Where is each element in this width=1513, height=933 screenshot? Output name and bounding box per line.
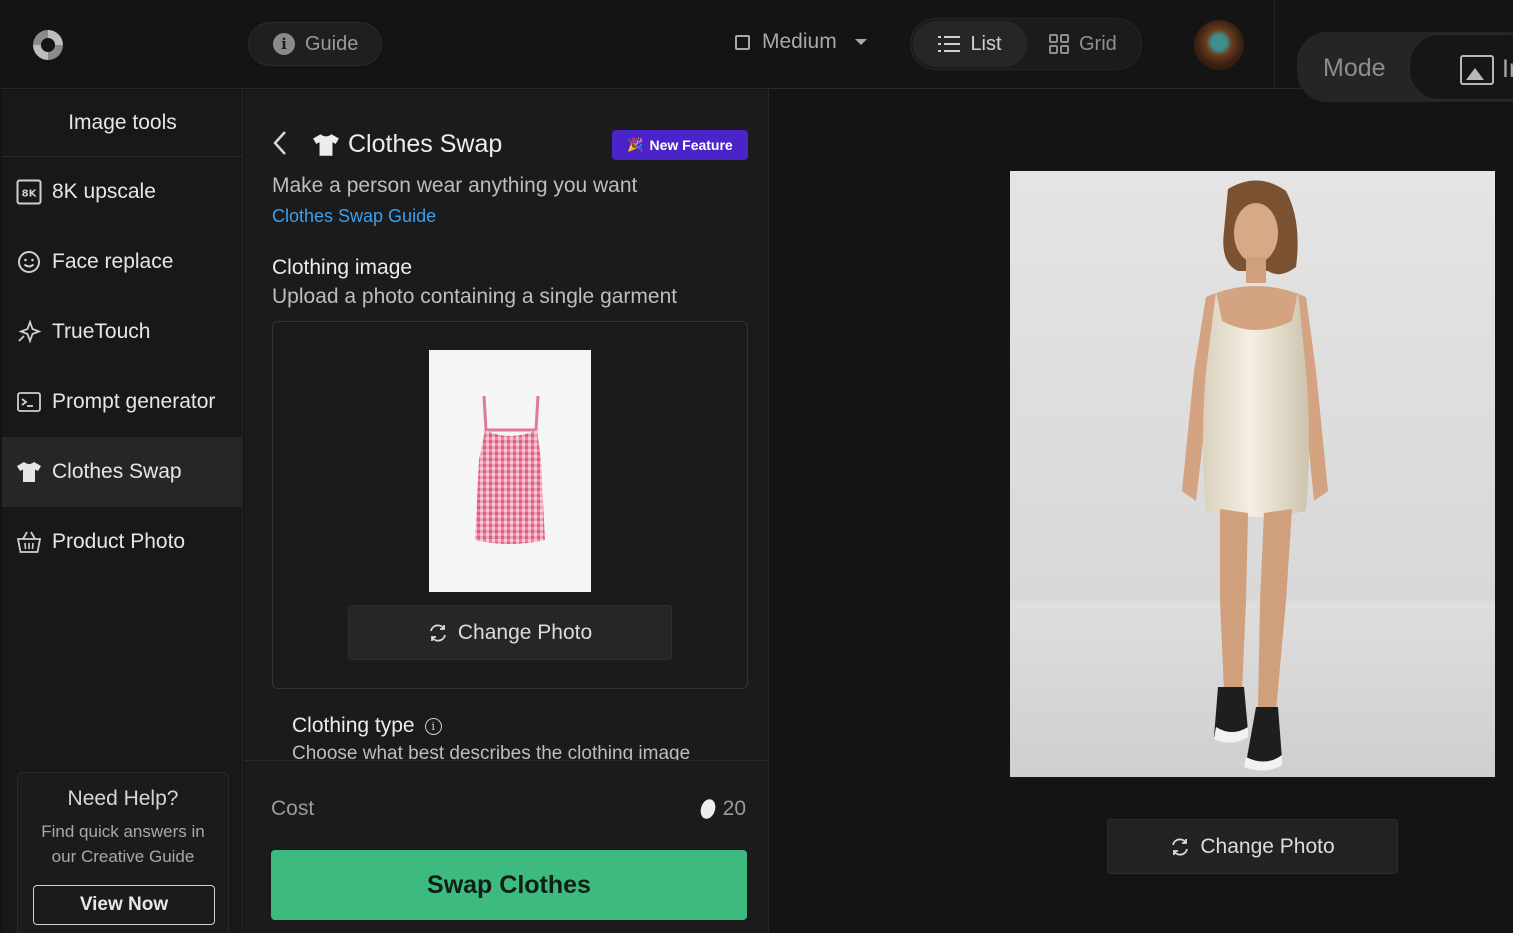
- list-icon: [938, 36, 961, 52]
- view-list-label: List: [970, 32, 1002, 55]
- sidebar-title: Image tools: [68, 111, 177, 134]
- smiley-icon: [16, 249, 42, 275]
- help-text: Find quick answers in our Creative Guide: [41, 822, 205, 866]
- guide-label: Guide: [305, 32, 359, 55]
- basket-icon: [16, 529, 42, 555]
- help-title: Need Help?: [67, 787, 179, 810]
- view-grid-button[interactable]: Grid: [1039, 21, 1139, 67]
- divider: [1274, 0, 1275, 89]
- page-title-text: Clothes Swap: [348, 130, 503, 158]
- change-photo-button[interactable]: Change Photo: [1107, 819, 1398, 874]
- 8k-icon: 8K: [16, 179, 42, 205]
- cost-value: 20: [697, 797, 746, 821]
- party-popper-icon: 🎉: [627, 137, 644, 152]
- sidebar-item-clothes-swap[interactable]: Clothes Swap: [2, 437, 243, 507]
- view-now-button[interactable]: View Now: [33, 885, 215, 925]
- clothing-image-title: Clothing image: [272, 256, 413, 279]
- refresh-icon: [429, 624, 446, 641]
- back-chevron-icon[interactable]: [272, 130, 288, 156]
- svg-text:8K: 8K: [22, 189, 38, 200]
- badge-label: New Feature: [649, 137, 733, 153]
- page-title: Clothes Swap: [312, 130, 502, 159]
- info-icon[interactable]: i: [424, 717, 442, 735]
- view-list-button[interactable]: List: [913, 21, 1027, 67]
- square-icon: [735, 34, 750, 50]
- mode-label: Mode: [1323, 54, 1386, 82]
- mode-image-label: Ir: [1502, 55, 1513, 83]
- size-select[interactable]: Medium: [735, 30, 867, 54]
- cost-label: Cost: [271, 797, 315, 820]
- avatar[interactable]: [1194, 20, 1244, 70]
- help-card: Need Help? Find quick answers in our Cre…: [17, 772, 229, 933]
- sidebar-item-label: Clothes Swap: [52, 460, 182, 483]
- refresh-icon: [1172, 838, 1189, 855]
- sidebar: Image tools 8K 8K upscale Face replace T…: [2, 90, 243, 933]
- change-photo-label: Change Photo: [457, 620, 593, 644]
- sidebar-item-face-replace[interactable]: Face replace: [2, 227, 243, 297]
- sidebar-item-label: Product Photo: [52, 530, 186, 553]
- app-logo-icon[interactable]: [29, 26, 67, 64]
- sidebar-item-product-photo[interactable]: Product Photo: [2, 507, 243, 577]
- clothes-swap-guide-link[interactable]: Clothes Swap Guide: [272, 206, 436, 227]
- credit-coin-icon: [697, 797, 718, 821]
- clothes-swap-panel: Clothes Swap 🎉 New Feature Make a person…: [244, 90, 769, 933]
- chevron-down-icon: [854, 39, 867, 45]
- sidebar-item-label: Prompt generator: [52, 390, 216, 413]
- tshirt-icon: [313, 133, 339, 156]
- sidebar-item-prompt-generator[interactable]: Prompt generator: [2, 367, 243, 437]
- top-bar: i Guide Medium List Grid Mode I: [2, 0, 1513, 102]
- person-photo: [1010, 171, 1495, 777]
- grid-icon: [1049, 34, 1069, 54]
- mode-switcher: Mode Ir: [1297, 32, 1513, 102]
- view-toggle: List Grid: [910, 18, 1142, 70]
- sidebar-item-8k-upscale[interactable]: 8K 8K upscale: [2, 157, 243, 227]
- sidebar-item-label: TrueTouch: [52, 320, 151, 343]
- change-photo-button[interactable]: Change Photo: [348, 605, 672, 660]
- clothing-type-subtitle: Choose what best describes the clothing …: [292, 743, 691, 761]
- clothing-type-label: Clothing type: [292, 714, 415, 737]
- clothing-type-title: Clothing type i: [292, 714, 442, 738]
- clothing-upload-box[interactable]: Change Photo: [272, 321, 748, 689]
- new-feature-badge: 🎉 New Feature: [612, 130, 748, 160]
- swap-clothes-button[interactable]: Swap Clothes: [271, 850, 747, 920]
- sidebar-item-label: Face replace: [52, 250, 174, 273]
- sidebar-item-truetouch[interactable]: TrueTouch: [2, 297, 243, 367]
- image-icon: [1460, 55, 1494, 85]
- change-photo-label: Change Photo: [1200, 834, 1335, 858]
- tshirt-icon: [16, 459, 42, 485]
- guide-button[interactable]: i Guide: [248, 22, 382, 66]
- clothing-image-preview: [429, 350, 591, 592]
- info-icon: i: [273, 33, 295, 55]
- cost-amount: 20: [722, 797, 746, 820]
- clothing-image-subtitle: Upload a photo containing a single garme…: [272, 285, 678, 308]
- sparkle-icon: [16, 319, 42, 345]
- size-select-value: Medium: [762, 30, 837, 53]
- panel-subtitle: Make a person wear anything you want: [272, 174, 638, 197]
- sidebar-item-label: 8K upscale: [52, 180, 156, 203]
- panel-footer: Cost 20 Swap Clothes: [244, 760, 768, 933]
- view-grid-label: Grid: [1079, 32, 1117, 55]
- mode-image-button[interactable]: Ir: [1409, 34, 1513, 100]
- terminal-icon: [16, 389, 42, 415]
